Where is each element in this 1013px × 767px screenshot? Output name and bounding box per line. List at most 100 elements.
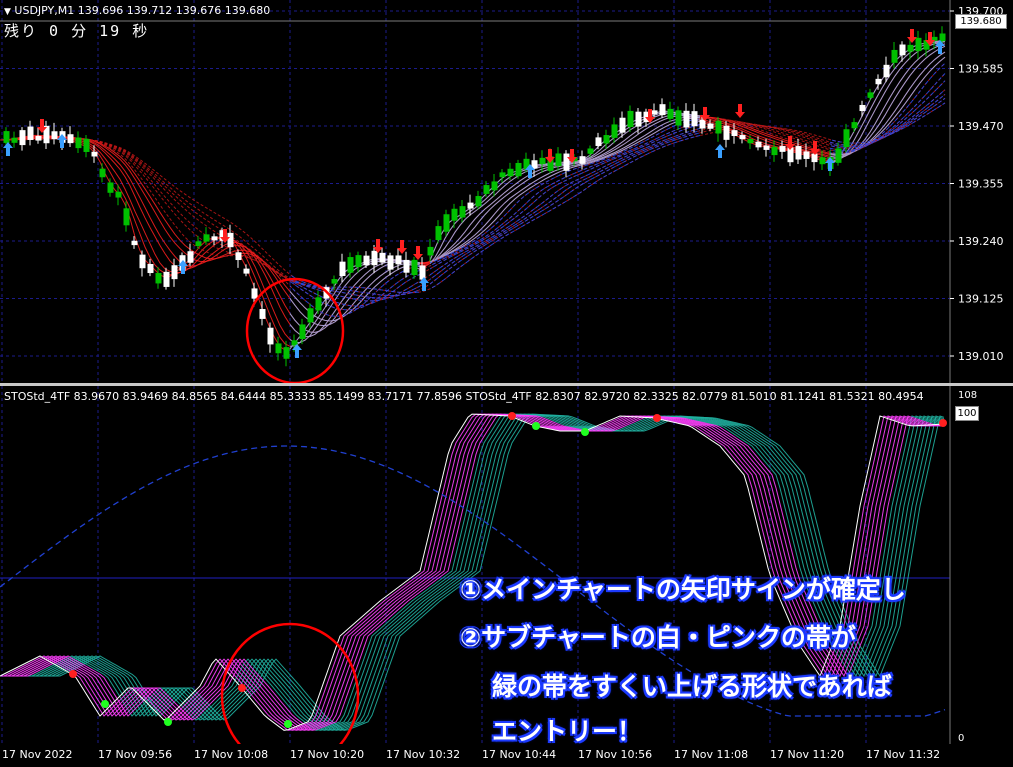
candle-body — [563, 153, 570, 171]
candle-body — [763, 145, 770, 150]
time-tick-label: 17 Nov 11:08 — [674, 748, 749, 761]
candle-body — [619, 117, 626, 133]
caption-line-3: 緑の帯をすくい上げる形状であれば — [492, 672, 892, 701]
time-tick-label: 17 Nov 10:32 — [386, 748, 461, 761]
candle-body — [723, 125, 730, 140]
signal-dot-green — [164, 718, 172, 726]
candle-body — [27, 126, 34, 140]
candle-body — [283, 347, 290, 359]
ma-line-blue — [290, 41, 946, 343]
candle-body — [555, 153, 562, 167]
candle-body — [731, 130, 738, 137]
candle-body — [507, 168, 514, 177]
time-tick-label: 17 Nov 10:08 — [194, 748, 269, 761]
symbol-header: ▼ USDJPY,M1 139.696 139.712 139.676 139.… — [4, 4, 270, 17]
ma-line-red — [0, 51, 946, 327]
symbol-quote: USDJPY,M1 139.696 139.712 139.676 139.68… — [14, 4, 271, 17]
candle-body — [875, 78, 882, 85]
candle-body — [787, 147, 794, 163]
signal-dot-red — [939, 419, 947, 427]
candle-body — [299, 324, 306, 339]
ma-line-red — [0, 39, 946, 351]
caption-line-2: ②サブチャートの白・ピンクの帯が — [460, 623, 856, 652]
candle-body — [659, 104, 666, 116]
candle-body — [795, 146, 802, 160]
candle-body — [939, 33, 946, 42]
candle-body — [899, 44, 906, 56]
signal-dot-green — [581, 428, 589, 436]
candle-body — [819, 157, 826, 165]
candle-body — [867, 92, 874, 98]
signal-dot-red — [508, 412, 516, 420]
price-axis: 139.700139.585139.470139.355139.240139.1… — [950, 5, 1004, 421]
candle-body — [387, 255, 394, 270]
candle-body — [435, 226, 442, 241]
candle-body — [859, 104, 866, 112]
candle-body — [75, 137, 82, 149]
main-price-chart[interactable]: 139.700 139.585 139.470 139.355 139.240 139.1… — [0, 0, 1013, 421]
arrow-up-icon — [3, 142, 13, 156]
price-tick-label: 139.470 — [958, 120, 1004, 133]
candle-body — [915, 37, 922, 52]
candle-body — [835, 148, 842, 163]
caption-line-1: ①メインチャートの矢印サインが確定し — [460, 575, 906, 604]
price-chart-canvas[interactable]: 139.700139.585139.470139.355139.240139.1… — [0, 0, 1013, 421]
candle-body — [51, 131, 58, 140]
candle-body — [675, 110, 682, 126]
candle-body — [531, 160, 538, 169]
signal-dot-red — [653, 414, 661, 422]
candle-body — [163, 271, 170, 287]
price-tick-label: 139.240 — [958, 235, 1004, 248]
candle-body — [603, 135, 610, 144]
candle-body — [891, 49, 898, 63]
candle-body — [579, 156, 586, 164]
signal-dot-red — [69, 670, 77, 678]
candle-body — [315, 297, 322, 311]
time-tick-label: 17 Nov 10:56 — [578, 748, 653, 761]
candle-body — [83, 138, 90, 152]
arrow-down-icon — [735, 104, 745, 118]
candle-body — [539, 157, 546, 165]
ma-line-red — [0, 40, 946, 347]
candle-body — [683, 110, 690, 128]
candle-body — [667, 108, 674, 119]
candle-body — [459, 206, 466, 218]
candle-body — [187, 251, 194, 263]
candle-body — [291, 340, 298, 346]
candle-body — [3, 131, 10, 143]
time-tick-label: 17 Nov 10:20 — [290, 748, 365, 761]
candle-body — [67, 134, 74, 144]
triangle-down-icon[interactable]: ▼ — [4, 7, 11, 17]
signal-dot-green — [284, 720, 292, 728]
candle-body — [691, 111, 698, 127]
candle-body — [195, 241, 202, 247]
candle-body — [155, 273, 162, 284]
ma-line-blue — [290, 51, 946, 327]
price-tick-label: 139.010 — [958, 350, 1004, 363]
ma-line-blue — [290, 40, 946, 347]
candle-body — [411, 259, 418, 276]
time-tick-label: 17 Nov 11:32 — [866, 748, 941, 761]
candle-body — [771, 146, 778, 156]
candle-body — [427, 246, 434, 256]
candle-body — [883, 64, 890, 78]
candle-body — [851, 122, 858, 129]
candle-body — [475, 196, 482, 207]
candle-body — [35, 135, 42, 141]
ma-line-red — [0, 41, 946, 343]
candle-body — [355, 255, 362, 268]
time-tick-label: 17 Nov 10:44 — [482, 748, 557, 761]
price-tick-label: 139.355 — [958, 178, 1004, 191]
candle-body — [483, 185, 490, 194]
candle-body — [707, 123, 714, 129]
axis-label-0: 0 — [958, 733, 964, 744]
candle-body — [331, 279, 338, 284]
candle-body — [235, 252, 242, 261]
candle-body — [499, 172, 506, 178]
candle-body — [243, 268, 250, 274]
candle-body — [403, 259, 410, 273]
candle-body — [123, 208, 130, 226]
candle-body — [747, 139, 754, 144]
current-price-tag: 139.680 — [955, 14, 1007, 29]
candle-body — [307, 308, 314, 323]
